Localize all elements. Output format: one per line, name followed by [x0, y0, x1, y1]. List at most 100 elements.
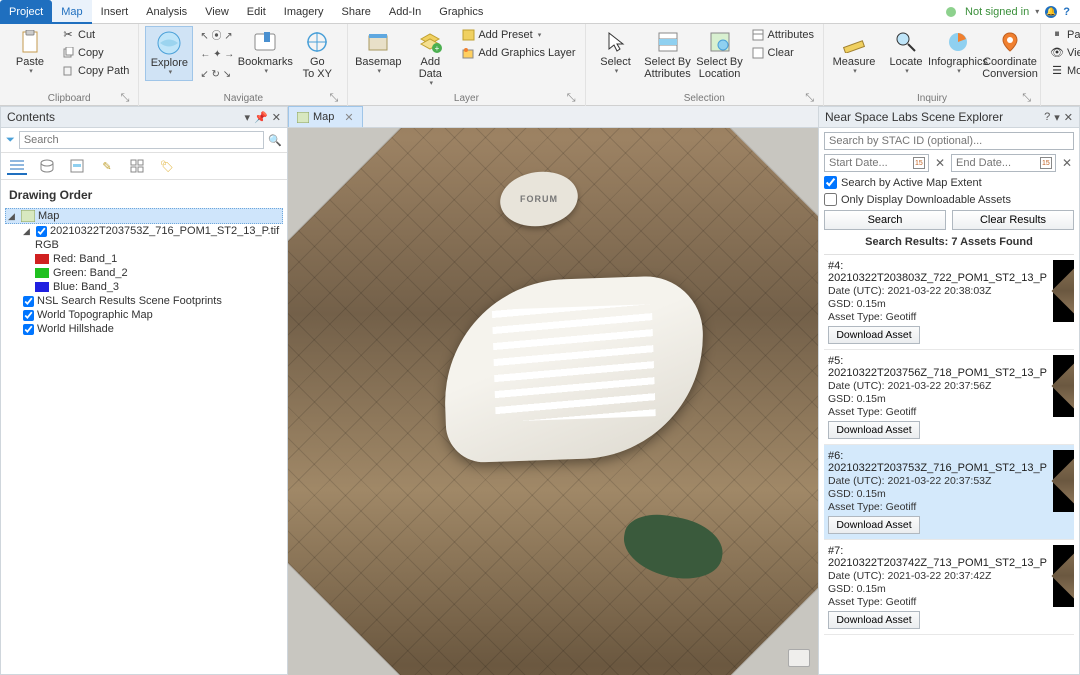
asset-date: Date (UTC): 2021-03-22 20:37:53Z — [828, 475, 1047, 487]
tab-analysis[interactable]: Analysis — [137, 0, 196, 24]
tab-share[interactable]: Share — [333, 0, 380, 24]
pin-icon[interactable]: 📌 — [254, 111, 268, 124]
clipboard-expander-icon[interactable]: ⤡ — [121, 92, 130, 105]
clear-start-date-icon[interactable]: ✕ — [933, 156, 947, 170]
map-view[interactable] — [288, 128, 818, 675]
cut-button[interactable]: ✂Cut — [58, 26, 132, 43]
extent-checkbox[interactable] — [824, 176, 837, 189]
select-by-attributes-button[interactable]: Select By Attributes — [644, 26, 692, 83]
asset-type: Asset Type: Geotiff — [828, 311, 1047, 323]
navigate-expander-icon[interactable]: ⤡ — [330, 92, 339, 105]
map-scale-icon[interactable] — [788, 649, 810, 667]
download-asset-button[interactable]: Download Asset — [828, 516, 920, 534]
layer-checkbox[interactable] — [23, 324, 34, 335]
help-icon[interactable]: ? — [1044, 111, 1050, 124]
snapping-view-icon[interactable] — [127, 157, 147, 175]
view-unplaced-icon: 👁 — [1050, 46, 1064, 60]
selection-expander-icon[interactable]: ⤡ — [805, 92, 814, 105]
tab-project[interactable]: Project — [0, 0, 52, 24]
stac-id-input[interactable] — [824, 132, 1074, 150]
locate-button[interactable]: Locate — [882, 26, 930, 79]
graphics-layer-icon — [461, 46, 475, 60]
inquiry-expander-icon[interactable]: ⤡ — [1022, 92, 1031, 105]
explore-button[interactable]: Explore — [145, 26, 193, 81]
layer-expander-icon[interactable]: ⤡ — [567, 92, 576, 105]
data-source-icon[interactable] — [37, 157, 57, 175]
filter-icon[interactable]: ⏷ — [6, 134, 15, 147]
selection-view-icon[interactable] — [67, 157, 87, 175]
measure-button[interactable]: Measure — [830, 26, 878, 79]
tab-insert[interactable]: Insert — [92, 0, 138, 24]
asset-result[interactable]: #7: 20210322T203742Z_713_POM1_ST2_13_PDa… — [824, 540, 1074, 635]
tree-footprints-item[interactable]: NSL Search Results Scene Footprints — [21, 294, 283, 308]
asset-date: Date (UTC): 2021-03-22 20:37:42Z — [828, 570, 1047, 582]
main-area: Contents ▾📌✕ ⏷ 🔍 ✎ 🏷 Drawing Order ◢Map … — [0, 106, 1080, 675]
bookmarks-button[interactable]: Bookmarks — [241, 26, 289, 79]
asset-result[interactable]: #4: 20210322T203803Z_722_POM1_ST2_13_PDa… — [824, 255, 1074, 350]
clear-end-date-icon[interactable]: ✕ — [1060, 156, 1074, 170]
search-by-extent-row[interactable]: Search by Active Map Extent — [824, 176, 1074, 189]
search-icon[interactable]: 🔍 — [268, 134, 282, 147]
more-button[interactable]: ☰More — [1047, 62, 1080, 79]
copy-path-icon — [61, 64, 75, 78]
editing-view-icon[interactable]: ✎ — [97, 157, 117, 175]
add-graphics-layer-button[interactable]: Add Graphics Layer — [458, 44, 578, 61]
help-icon[interactable]: ? — [1063, 6, 1070, 18]
drawing-order-icon[interactable] — [7, 157, 27, 175]
notifications-icon[interactable]: 🔔 — [1045, 6, 1057, 18]
calendar-icon[interactable]: 15 — [1040, 157, 1052, 169]
results-list[interactable]: #4: 20210322T203803Z_722_POM1_ST2_13_PDa… — [824, 254, 1074, 670]
tab-imagery[interactable]: Imagery — [275, 0, 333, 24]
add-preset-button[interactable]: Add Preset — [458, 26, 578, 43]
coordinate-conversion-button[interactable]: Coordinate Conversion — [986, 26, 1034, 83]
tab-edit[interactable]: Edit — [238, 0, 275, 24]
clear-results-button[interactable]: Clear Results — [952, 210, 1074, 230]
close-icon[interactable]: ✕ — [1064, 111, 1073, 124]
asset-result[interactable]: #5: 20210322T203756Z_718_POM1_ST2_13_PDa… — [824, 350, 1074, 445]
basemap-button[interactable]: Basemap — [354, 26, 402, 79]
asset-result[interactable]: #6: 20210322T203753Z_716_POM1_ST2_13_PDa… — [824, 445, 1074, 540]
layer-checkbox[interactable] — [23, 296, 34, 307]
band-blue: Blue: Band_3 — [35, 280, 283, 294]
tree-hillshade-item[interactable]: World Hillshade — [21, 322, 283, 336]
nav-arrows-top[interactable]: ↖ ⦿ ↗ — [197, 26, 237, 43]
attributes-button[interactable]: Attributes — [748, 26, 817, 43]
nav-arrows-mid[interactable]: ← ✦ → — [197, 46, 237, 63]
tab-view[interactable]: View — [196, 0, 238, 24]
select-by-location-button[interactable]: Select By Location — [696, 26, 744, 83]
map-tab[interactable]: Map✕ — [288, 106, 363, 127]
select-button[interactable]: Select — [592, 26, 640, 79]
download-asset-button[interactable]: Download Asset — [828, 611, 920, 629]
search-button[interactable]: Search — [824, 210, 946, 230]
clear-button[interactable]: Clear — [748, 44, 817, 61]
close-icon[interactable]: ✕ — [272, 111, 281, 124]
goto-xy-button[interactable]: Go To XY — [293, 26, 341, 83]
pause-button[interactable]: ⏸Pause — [1047, 26, 1080, 43]
labeling-view-icon[interactable]: 🏷 — [157, 157, 177, 175]
map-tab-close-icon[interactable]: ✕ — [344, 111, 353, 124]
copy-path-button[interactable]: Copy Path — [58, 62, 132, 79]
view-unplaced-button[interactable]: 👁View Unplaced — [1047, 44, 1080, 61]
downloadable-checkbox[interactable] — [824, 193, 837, 206]
tab-graphics[interactable]: Graphics — [430, 0, 492, 24]
tree-map-item[interactable]: ◢Map — [5, 208, 283, 224]
tab-addin[interactable]: Add-In — [380, 0, 430, 24]
download-asset-button[interactable]: Download Asset — [828, 421, 920, 439]
tree-topo-item[interactable]: World Topographic Map — [21, 308, 283, 322]
paste-button[interactable]: Paste — [6, 26, 54, 79]
infographics-button[interactable]: Infographics — [934, 26, 982, 79]
tab-map[interactable]: Map — [52, 0, 91, 24]
download-asset-button[interactable]: Download Asset — [828, 326, 920, 344]
search-input[interactable] — [19, 131, 264, 149]
nav-arrows-bot[interactable]: ↙ ↻ ↘ — [197, 66, 237, 83]
raster-checkbox[interactable] — [36, 226, 47, 237]
tree-raster-item[interactable]: ◢20210322T203753Z_716_POM1_ST2_13_P.tif — [21, 224, 283, 238]
layer-checkbox[interactable] — [23, 310, 34, 321]
dropdown-icon[interactable]: ▾ — [245, 111, 251, 124]
add-data-button[interactable]: +Add Data — [406, 26, 454, 91]
dropdown-icon[interactable]: ▾ — [1054, 111, 1060, 124]
sign-in-link[interactable]: Not signed in — [965, 6, 1029, 18]
calendar-icon[interactable]: 15 — [913, 157, 925, 169]
copy-button[interactable]: Copy — [58, 44, 132, 61]
downloadable-only-row[interactable]: Only Display Downloadable Assets — [824, 193, 1074, 206]
